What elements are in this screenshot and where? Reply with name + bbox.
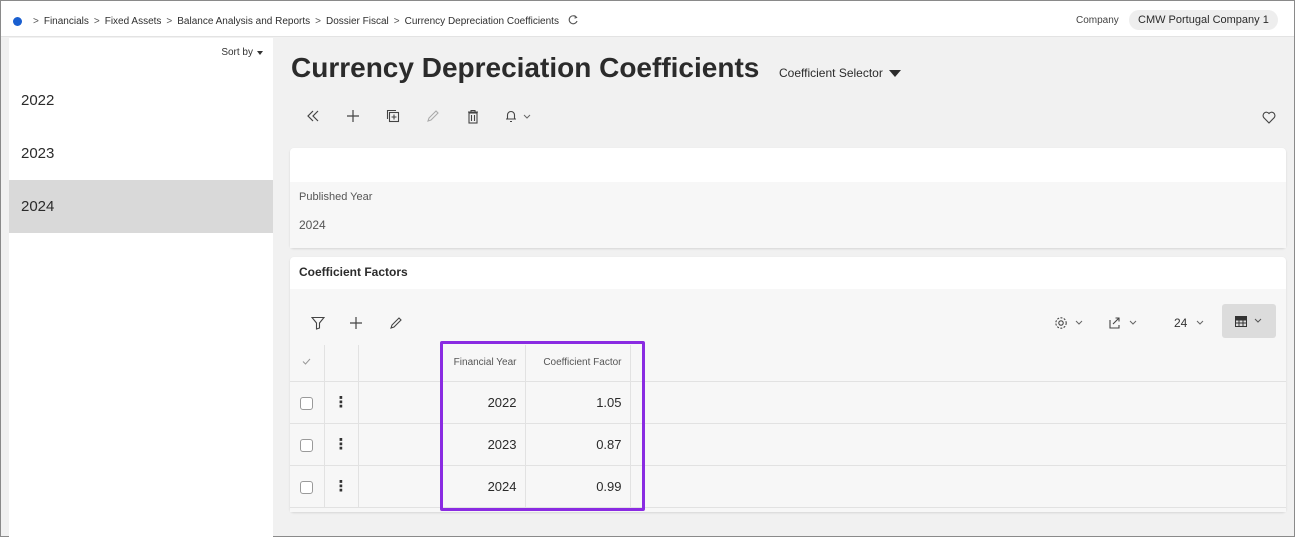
published-year-label: Published Year [299, 191, 373, 203]
published-year-value: 2024 [299, 218, 326, 232]
header-card-body: Published Year 2024 [290, 182, 1286, 248]
add-icon[interactable] [341, 104, 365, 128]
coefficient-grid: Financial Year Coefficient Factor ⋮ 2022… [290, 345, 1286, 508]
caret-down-icon [257, 50, 263, 55]
caret-down-icon [888, 69, 901, 77]
grid-header-row: Financial Year Coefficient Factor [290, 345, 1286, 382]
chevron-down-icon [1254, 318, 1262, 323]
financial-year-cell[interactable]: 2022 [440, 381, 526, 424]
settings-menu-button[interactable] [1054, 311, 1086, 335]
company-label: Company [1076, 15, 1119, 26]
table-row[interactable]: ⋮ 2023 0.87 [290, 423, 1286, 466]
filler-cell [630, 381, 1286, 424]
add-row-icon[interactable] [344, 311, 368, 335]
row-checkbox[interactable] [290, 381, 325, 424]
duplicate-icon[interactable] [381, 104, 405, 128]
column-header-coefficient-factor[interactable]: Coefficient Factor [525, 345, 631, 382]
breadcrumb-separator: > [93, 16, 100, 27]
edit-row-icon[interactable] [384, 311, 408, 335]
coefficient-selector[interactable]: Coefficient Selector [779, 66, 901, 80]
export-menu-button[interactable] [1108, 311, 1140, 335]
page-size-value: 24 [1174, 316, 1188, 330]
select-all-checkbox[interactable] [290, 345, 325, 382]
record-list: Sort by 2022 2023 2024 [9, 38, 273, 537]
breadcrumb-fixed-assets[interactable]: Fixed Assets [105, 16, 162, 27]
page-toolbar [301, 104, 553, 128]
coefficient-factor-cell[interactable]: 0.87 [525, 423, 631, 466]
breadcrumb-separator: > [393, 16, 400, 27]
breadcrumb-balance-analysis[interactable]: Balance Analysis and Reports [177, 16, 310, 27]
row-menu-column [324, 345, 359, 382]
view-mode-button[interactable] [1222, 304, 1276, 338]
coefficient-factors-card: Coefficient Factors 24 Financial Year Co… [290, 257, 1286, 512]
row-menu-icon[interactable]: ⋮ [324, 465, 359, 508]
filler-cell [630, 465, 1286, 508]
refresh-icon[interactable] [567, 14, 579, 29]
row-menu-icon[interactable]: ⋮ [324, 381, 359, 424]
table-view-icon [1235, 315, 1247, 327]
list-item-2024[interactable]: 2024 [9, 180, 273, 233]
sort-by-label: Sort by [221, 47, 253, 58]
coefficient-factor-cell[interactable]: 0.99 [525, 465, 631, 508]
spacer-cell [358, 423, 441, 466]
collapse-icon[interactable] [301, 104, 325, 128]
delete-icon[interactable] [461, 104, 485, 128]
sort-by-button[interactable]: Sort by [221, 47, 263, 58]
filter-icon[interactable] [306, 311, 330, 335]
company-selector[interactable]: CMW Portugal Company 1 [1129, 10, 1278, 30]
filler-cell [630, 423, 1286, 466]
breadcrumb-dossier-fiscal[interactable]: Dossier Fiscal [326, 16, 389, 27]
notification-icon[interactable] [501, 104, 537, 128]
edit-icon[interactable] [421, 104, 445, 128]
breadcrumb-separator: > [315, 16, 321, 27]
page-title: Currency Depreciation Coefficients [291, 52, 760, 83]
financial-year-cell[interactable]: 2024 [440, 465, 526, 508]
row-checkbox[interactable] [290, 423, 325, 466]
column-header-financial-year[interactable]: Financial Year [440, 345, 526, 382]
row-checkbox[interactable] [290, 465, 325, 508]
coefficient-factor-cell[interactable]: 1.05 [525, 381, 631, 424]
top-bar: > Financials > Fixed Assets > Balance An… [1, 1, 1294, 37]
page-size-select[interactable]: 24 [1174, 311, 1209, 335]
selector-label: Coefficient Selector [779, 66, 883, 80]
row-menu-icon[interactable]: ⋮ [324, 423, 359, 466]
financial-year-cell[interactable]: 2023 [440, 423, 526, 466]
spacer-column [358, 345, 441, 382]
breadcrumb: > Financials > Fixed Assets > Balance An… [13, 14, 579, 29]
header-card: Published Year 2024 [290, 148, 1286, 248]
home-icon[interactable] [13, 17, 22, 26]
list-item-2023[interactable]: 2023 [9, 127, 273, 180]
section-title: Coefficient Factors [299, 265, 408, 279]
breadcrumb-current-page: Currency Depreciation Coefficients [404, 16, 559, 27]
app-window: > Financials > Fixed Assets > Balance An… [0, 0, 1295, 537]
table-row[interactable]: ⋮ 2022 1.05 [290, 381, 1286, 424]
table-row[interactable]: ⋮ 2024 0.99 [290, 465, 1286, 508]
breadcrumb-financials[interactable]: Financials [44, 16, 89, 27]
list-item-2022[interactable]: 2022 [9, 74, 273, 127]
filler-column [630, 345, 1286, 382]
breadcrumb-separator: > [33, 16, 39, 27]
spacer-cell [358, 381, 441, 424]
spacer-cell [358, 465, 441, 508]
breadcrumb-separator: > [166, 16, 173, 27]
favorite-icon[interactable] [1257, 106, 1281, 128]
